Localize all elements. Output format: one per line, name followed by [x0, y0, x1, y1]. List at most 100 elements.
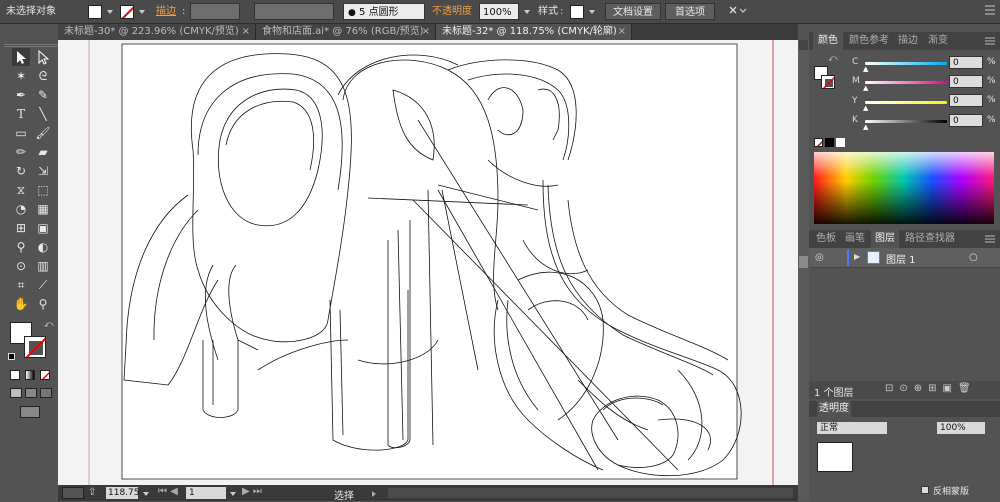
tab-transparency[interactable]: 透明度 — [817, 401, 851, 417]
style-swatch[interactable] — [570, 5, 584, 19]
lasso-tool-icon[interactable]: ᘓ — [34, 67, 52, 85]
tab-document[interactable]: 食物和店面.ai* @ 76% (RGB/预览) × — [256, 24, 436, 40]
swap-colors-icon[interactable]: ⤺ — [828, 54, 838, 64]
pen-tool-icon[interactable]: ✒ — [12, 86, 30, 104]
curvature-tool-icon[interactable]: ✎ — [34, 86, 52, 104]
layer-name[interactable]: 图层 1 — [886, 251, 916, 266]
target-icon[interactable]: ○ — [969, 252, 978, 263]
tab-brushes[interactable]: 画笔 — [842, 230, 868, 248]
chevron-down-icon[interactable] — [143, 492, 149, 496]
align-icon[interactable] — [727, 4, 747, 21]
blend-tool-icon[interactable]: ◐ — [34, 238, 52, 256]
close-icon[interactable]: × — [242, 24, 250, 40]
gradient-mode-icon[interactable] — [25, 370, 35, 380]
slice-tool-icon[interactable]: ⟋ — [34, 276, 52, 294]
next-artboard-icon[interactable]: ▶ ⏭ — [242, 486, 262, 497]
artboard-tool-icon[interactable]: ⌗ — [12, 276, 30, 294]
invert-mask-label[interactable]: 反相蒙版 — [933, 484, 969, 497]
document-canvas[interactable] — [58, 40, 798, 485]
variable-width-select[interactable] — [254, 3, 334, 20]
mesh-tool-icon[interactable]: ⊞ — [12, 219, 30, 237]
close-icon[interactable]: × — [422, 24, 430, 40]
tab-color-guide[interactable]: 颜色参考 — [845, 32, 893, 50]
tab-swatches[interactable]: 色板 — [813, 230, 839, 248]
perspective-grid-tool-icon[interactable]: ▦ — [34, 200, 52, 218]
eyedropper-tool-icon[interactable]: ⚲ — [12, 238, 30, 256]
share-icon[interactable]: ⇪ — [88, 487, 102, 499]
opacity-input[interactable]: 100% — [479, 3, 519, 20]
artwork-outline[interactable] — [58, 40, 798, 485]
zoom-tool-icon[interactable]: ⚲ — [34, 295, 52, 313]
none-mode-icon[interactable] — [40, 370, 50, 380]
slider-m-handle[interactable]: ▲ — [863, 84, 868, 92]
zoom-input[interactable]: 118.75 — [106, 487, 140, 499]
tab-color[interactable]: 颜色 — [813, 32, 843, 50]
gradient-tool-icon[interactable]: ▣ — [34, 219, 52, 237]
slider-y-handle[interactable]: ▲ — [863, 104, 868, 112]
invert-mask-checkbox[interactable] — [921, 486, 929, 494]
chevron-down-icon[interactable] — [139, 10, 145, 14]
eraser-tool-icon[interactable]: ▰ — [34, 143, 52, 161]
direct-selection-tool-icon[interactable] — [34, 48, 52, 66]
draw-inside-icon[interactable] — [40, 388, 52, 398]
swap-colors-icon[interactable]: ⤺ — [44, 320, 54, 330]
chevron-right-icon[interactable] — [524, 10, 530, 14]
default-colors-icon[interactable] — [8, 353, 15, 360]
type-tool-icon[interactable]: T — [12, 105, 30, 123]
layer-row[interactable]: ◎ ▶ 图层 1 ○ — [809, 248, 1000, 268]
tab-document-active[interactable]: 未标题-32* @ 118.75% (CMYK/轮廓) × — [436, 24, 632, 40]
draw-behind-icon[interactable] — [25, 388, 37, 398]
line-tool-icon[interactable]: ╲ — [34, 105, 52, 123]
close-icon[interactable]: × — [618, 24, 626, 40]
slider-k[interactable] — [865, 120, 947, 123]
width-tool-icon[interactable]: ⧖ — [12, 181, 30, 199]
scroll-up-arrow[interactable] — [799, 40, 808, 50]
layer-action-icons[interactable]: ⊡⊙⊕⊞▣🗑 — [885, 383, 977, 394]
black-swatch[interactable] — [825, 138, 834, 147]
white-swatch[interactable] — [836, 138, 845, 147]
expand-triangle-icon[interactable]: ▶ — [854, 252, 860, 261]
artboard-number-input[interactable]: 1 — [186, 487, 226, 499]
rotate-tool-icon[interactable]: ↻ — [12, 162, 30, 180]
selection-tool-icon[interactable] — [12, 48, 30, 66]
chevron-down-icon[interactable] — [589, 10, 595, 14]
scale-tool-icon[interactable]: ⇲ — [34, 162, 52, 180]
screen-mode-icon[interactable] — [20, 406, 40, 418]
tab-layers[interactable]: 图层 — [871, 230, 899, 248]
panel-menu-icon[interactable] — [985, 234, 995, 247]
none-swatch[interactable] — [814, 138, 823, 147]
toolbox-grip[interactable] — [4, 44, 58, 47]
stroke-weight-input[interactable] — [190, 3, 240, 20]
slider-m[interactable] — [865, 81, 947, 84]
free-transform-tool-icon[interactable]: ⬚ — [34, 181, 52, 199]
chevron-down-icon[interactable] — [230, 492, 236, 496]
tab-document[interactable]: 未标题-30* @ 223.96% (CMYK/预览) × — [58, 24, 256, 40]
tab-pathfinder[interactable]: 路径查找器 — [901, 230, 959, 248]
eye-icon[interactable]: ◎ — [815, 252, 824, 263]
first-artboard-icon[interactable]: ⏮ ◀ — [158, 486, 178, 497]
value-y[interactable]: 0 — [949, 94, 983, 107]
preferences-button[interactable]: 首选项 — [665, 3, 715, 20]
chevron-right-icon[interactable] — [372, 491, 376, 497]
opacity-label[interactable]: 不透明度 — [432, 3, 472, 20]
pencil-tool-icon[interactable]: ✏ — [12, 143, 30, 161]
symbol-sprayer-tool-icon[interactable]: ⊙ — [12, 257, 30, 275]
slider-c[interactable] — [865, 62, 947, 65]
blend-mode-select[interactable]: 正常 — [817, 422, 887, 434]
slider-k-handle[interactable]: ▲ — [863, 123, 868, 131]
stroke-color-box[interactable] — [24, 336, 46, 358]
document-setup-button[interactable]: 文档设置 — [605, 3, 661, 20]
shape-builder-tool-icon[interactable]: ◔ — [12, 200, 30, 218]
scroll-thumb[interactable] — [799, 256, 808, 268]
panel-menu-icon[interactable] — [985, 4, 995, 21]
transparency-opacity-input[interactable]: 100% — [937, 422, 985, 434]
tab-gradient[interactable]: 渐变 — [925, 32, 951, 50]
brush-select[interactable]: ● 5 点圆形 — [343, 3, 425, 20]
tab-stroke[interactable]: 描边 — [895, 32, 921, 50]
vertical-scrollbar[interactable] — [798, 40, 809, 501]
value-m[interactable]: 0 — [949, 75, 983, 88]
status-menu[interactable] — [62, 487, 84, 499]
column-graph-tool-icon[interactable]: ▥ — [34, 257, 52, 275]
stroke-swatch[interactable] — [120, 5, 134, 19]
slider-c-handle[interactable]: ▲ — [863, 65, 868, 73]
